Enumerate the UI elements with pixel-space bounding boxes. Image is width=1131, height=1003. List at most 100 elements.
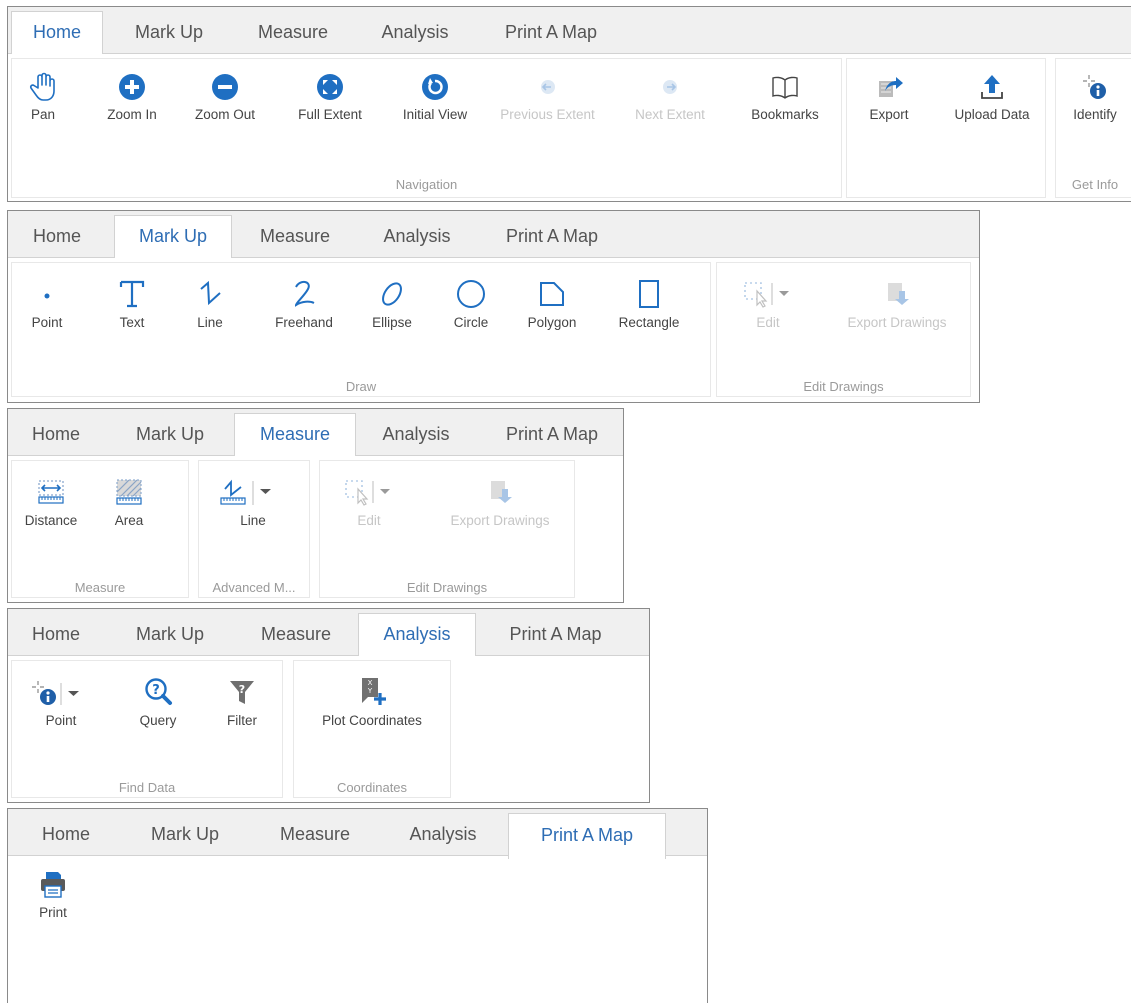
tab-mark-up[interactable]: Mark Up bbox=[114, 215, 232, 258]
previous-extent-button: Previous Extent bbox=[495, 73, 600, 122]
refresh-icon bbox=[422, 74, 448, 100]
zoom-in-button[interactable]: Zoom In bbox=[97, 73, 167, 122]
book-icon bbox=[772, 76, 798, 99]
tab-measure[interactable]: Measure bbox=[234, 413, 356, 456]
draw-ellipse-button[interactable]: Ellipse bbox=[364, 279, 420, 330]
bookmarks-button[interactable]: Bookmarks bbox=[743, 73, 827, 122]
distance-ruler-icon bbox=[38, 480, 64, 504]
edit-dropdown-button: Edit bbox=[723, 279, 813, 330]
export-drawings-icon bbox=[491, 481, 512, 503]
export-button[interactable]: Export bbox=[859, 73, 919, 122]
tab-mark-up[interactable]: Mark Up bbox=[115, 613, 225, 656]
select-edit-icon bbox=[345, 480, 390, 506]
tab-home[interactable]: Home bbox=[11, 413, 101, 456]
group-export: Export Upload Data bbox=[846, 58, 1046, 198]
zoom-out-button[interactable]: Zoom Out bbox=[185, 73, 265, 122]
tab-mark-up[interactable]: Mark Up bbox=[130, 813, 240, 856]
group-advanced-measure: Line Advanced M... bbox=[198, 460, 310, 598]
upload-data-button[interactable]: Upload Data bbox=[942, 73, 1042, 122]
draw-polygon-button[interactable]: Polygon bbox=[517, 279, 587, 330]
line-ruler-icon bbox=[220, 479, 271, 505]
tab-home[interactable]: Home bbox=[11, 613, 101, 656]
measure-line-dropdown-button[interactable]: Line bbox=[207, 477, 299, 528]
query-button[interactable]: ? Query bbox=[130, 677, 186, 728]
measure-distance-button[interactable]: Distance bbox=[16, 477, 86, 528]
tab-measure[interactable]: Measure bbox=[240, 215, 350, 258]
identify-button[interactable]: Identify bbox=[1062, 73, 1128, 122]
tab-home[interactable]: Home bbox=[20, 813, 112, 856]
tab-measure[interactable]: Measure bbox=[238, 11, 348, 54]
tab-home[interactable]: Home bbox=[11, 11, 103, 54]
group-draw: Point Text Line Freehand Ellipse Circle … bbox=[11, 262, 711, 397]
tab-analysis[interactable]: Analysis bbox=[358, 613, 476, 656]
tab-print-a-map[interactable]: Print A Map bbox=[508, 813, 666, 859]
ribbon-analysis: Home Mark Up Measure Analysis Print A Ma… bbox=[7, 608, 650, 803]
ellipse-icon bbox=[382, 282, 402, 306]
tab-measure[interactable]: Measure bbox=[241, 613, 351, 656]
polygon-icon bbox=[540, 282, 564, 306]
tab-bar: Home Mark Up Measure Analysis Print A Ma… bbox=[8, 609, 649, 656]
draw-point-button[interactable]: Point bbox=[22, 279, 72, 330]
group-get-info: Identify Get Info bbox=[1055, 58, 1131, 198]
svg-text:?: ? bbox=[239, 683, 245, 696]
plus-circle-icon bbox=[119, 74, 145, 100]
tab-home[interactable]: Home bbox=[13, 215, 101, 258]
tab-print-a-map[interactable]: Print A Map bbox=[483, 613, 628, 656]
tab-analysis[interactable]: Analysis bbox=[361, 413, 471, 456]
upload-icon bbox=[981, 75, 1003, 99]
svg-text:X: X bbox=[368, 679, 373, 687]
query-magnifier-icon: ? bbox=[145, 678, 172, 705]
identify-icon bbox=[1083, 75, 1106, 99]
initial-view-button[interactable]: Initial View bbox=[390, 73, 480, 122]
filter-button[interactable]: ? Filter bbox=[214, 677, 270, 728]
group-edit-drawings: Edit Export Drawings Edit Drawings bbox=[716, 262, 971, 397]
tab-bar: Home Mark Up Measure Analysis Print A Ma… bbox=[8, 211, 979, 258]
tab-analysis[interactable]: Analysis bbox=[360, 11, 470, 54]
group-label-find-data: Find Data bbox=[118, 780, 176, 795]
group-measure: Distance Area Measure bbox=[11, 460, 189, 598]
full-extent-button[interactable]: Full Extent bbox=[285, 73, 375, 122]
svg-text:Y: Y bbox=[367, 687, 373, 695]
ribbon-measure: Home Mark Up Measure Analysis Print A Ma… bbox=[7, 408, 624, 603]
text-icon bbox=[119, 280, 145, 308]
ribbon-mark-up: Home Mark Up Measure Analysis Print A Ma… bbox=[7, 210, 980, 403]
hand-icon bbox=[29, 72, 55, 101]
tab-bar: Home Mark Up Measure Analysis Print A Ma… bbox=[8, 409, 623, 456]
print-button[interactable]: Print bbox=[28, 869, 78, 920]
group-label-measure: Measure bbox=[74, 580, 126, 595]
point-icon bbox=[44, 293, 50, 299]
tab-mark-up[interactable]: Mark Up bbox=[115, 413, 225, 456]
draw-text-button[interactable]: Text bbox=[110, 279, 154, 330]
tab-measure[interactable]: Measure bbox=[260, 813, 370, 856]
tab-print-a-map[interactable]: Print A Map bbox=[481, 11, 621, 54]
select-edit-icon bbox=[744, 282, 789, 308]
circle-icon bbox=[457, 280, 485, 308]
group-label-advanced-measure: Advanced M... bbox=[212, 580, 296, 595]
tab-bar: Home Mark Up Measure Analysis Print A Ma… bbox=[8, 809, 707, 859]
identify-point-icon bbox=[32, 681, 79, 705]
plot-coordinates-icon: X Y bbox=[362, 678, 386, 705]
freehand-icon bbox=[294, 281, 315, 307]
pan-button[interactable]: Pan bbox=[20, 72, 66, 122]
group-edit-drawings: Edit Export Drawings Edit Drawings bbox=[319, 460, 575, 598]
draw-freehand-button[interactable]: Freehand bbox=[264, 279, 344, 330]
tab-print-a-map[interactable]: Print A Map bbox=[482, 215, 622, 258]
tab-analysis[interactable]: Analysis bbox=[362, 215, 472, 258]
group-find-data: Point ? Query ? Filter Find Data bbox=[11, 660, 283, 798]
filter-funnel-icon: ? bbox=[230, 681, 254, 704]
svg-text:?: ? bbox=[152, 683, 160, 698]
measure-area-button[interactable]: Area bbox=[104, 477, 154, 528]
tab-mark-up[interactable]: Mark Up bbox=[114, 11, 224, 54]
group-label-edit-drawings: Edit Drawings bbox=[406, 580, 488, 595]
export-icon bbox=[879, 77, 903, 97]
plot-coordinates-button[interactable]: X Y Plot Coordinates bbox=[302, 675, 442, 728]
area-ruler-icon bbox=[116, 479, 142, 505]
draw-circle-button[interactable]: Circle bbox=[446, 279, 496, 330]
tab-analysis[interactable]: Analysis bbox=[388, 813, 498, 856]
rectangle-icon bbox=[639, 280, 659, 308]
draw-rectangle-button[interactable]: Rectangle bbox=[609, 279, 689, 330]
point-identify-dropdown-button[interactable]: Point bbox=[16, 677, 106, 728]
full-extent-icon bbox=[317, 74, 343, 100]
draw-line-button[interactable]: Line bbox=[188, 279, 232, 330]
tab-print-a-map[interactable]: Print A Map bbox=[482, 413, 622, 456]
